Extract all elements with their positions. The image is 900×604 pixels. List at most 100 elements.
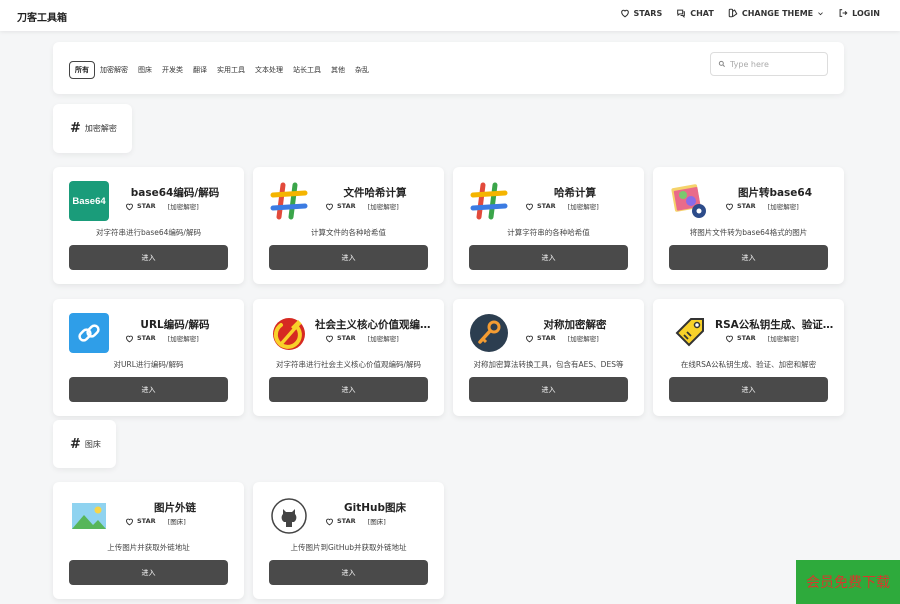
tab-image-host[interactable]: 图床 <box>133 62 157 78</box>
tool-title: 对称加密解密 <box>543 319 607 331</box>
enter-button[interactable]: 进入 <box>469 245 628 270</box>
heart-icon <box>526 203 533 210</box>
tab-utilities[interactable]: 实用工具 <box>212 62 250 78</box>
tool-meta: STAR [图床] <box>125 516 186 526</box>
tool-tag: [加密解密] <box>767 203 799 211</box>
star-label: STAR <box>537 202 556 210</box>
star-label: STAR <box>337 202 356 210</box>
tool-card-url: URL编码/解码 STAR [加密解密] 对URL进行编码/解码 进入 <box>53 299 244 416</box>
tab-translate[interactable]: 翻译 <box>188 62 212 78</box>
tool-meta: STAR [加密解密] <box>525 201 599 211</box>
heart-icon <box>526 335 533 342</box>
enter-button[interactable]: 进入 <box>269 560 428 585</box>
tool-meta: STAR [加密解密] <box>725 333 799 343</box>
star-button[interactable]: STAR <box>125 334 156 343</box>
tool-meta: STAR [加密解密] <box>125 201 199 211</box>
tool-title: URL编码/解码 <box>140 319 210 331</box>
heart-icon <box>726 203 733 210</box>
star-label: STAR <box>737 202 756 210</box>
tool-desc: 对称加密算法转换工具，包含有AES、DES等 <box>473 360 624 369</box>
chat-label: CHAT <box>690 8 714 18</box>
tool-card-string-hash: 哈希计算 STAR [加密解密] 计算字符串的各种哈希值 进入 <box>453 167 644 284</box>
change-theme-label: CHANGE THEME <box>741 8 814 18</box>
star-button[interactable]: STAR <box>525 334 556 343</box>
tab-other[interactable]: 其他 <box>326 62 350 78</box>
tab-misc[interactable]: 杂乱 <box>350 62 374 78</box>
hash-symbol: # <box>70 436 81 452</box>
change-theme-dropdown[interactable]: CHANGE THEME <box>728 8 824 18</box>
section-title-label: 图床 <box>84 439 101 449</box>
tab-encryption[interactable]: 加密解密 <box>95 62 133 78</box>
star-label: STAR <box>137 202 156 210</box>
tab-webmaster[interactable]: 站长工具 <box>288 62 326 78</box>
tool-desc: 对URL进行编码/解码 <box>113 360 184 369</box>
tool-meta: STAR [加密解密] <box>325 333 399 343</box>
tool-card-image-base64: 图片转base64 STAR [加密解密] 将图片文件转为base64格式的图片… <box>653 167 844 284</box>
tool-title: 图片外链 <box>154 502 196 514</box>
star-button[interactable]: STAR <box>125 517 156 526</box>
tag-key-icon <box>669 313 709 353</box>
stars-label: STARS <box>633 8 663 18</box>
theme-icon <box>728 8 738 18</box>
star-button[interactable]: STAR <box>525 202 556 211</box>
tool-card-file-hash: 文件哈希计算 STAR [加密解密] 计算文件的各种哈希值 进入 <box>253 167 444 284</box>
filter-bar: 所有 加密解密 图床 开发类 翻译 实用工具 文本处理 站长工具 其他 杂乱 <box>53 42 844 94</box>
tool-desc: 上传图片到GitHub并获取外链地址 <box>290 543 407 552</box>
stars-link[interactable]: STARS <box>620 8 663 18</box>
tool-tag: [加密解密] <box>367 335 399 343</box>
enter-button[interactable]: 进入 <box>69 245 228 270</box>
tool-meta: STAR [加密解密] <box>525 333 599 343</box>
tab-all[interactable]: 所有 <box>69 61 95 79</box>
tool-meta: STAR [加密解密] <box>325 201 399 211</box>
tab-text-processing[interactable]: 文本处理 <box>250 62 288 78</box>
tool-desc: 在线RSA公私钥生成、验证、加密和解密 <box>680 360 817 369</box>
section-title-image-host: # 图床 <box>53 420 116 468</box>
chat-link[interactable]: CHAT <box>676 8 714 18</box>
tool-tag: [加密解密] <box>167 203 199 211</box>
star-button[interactable]: STAR <box>325 517 356 526</box>
tool-desc: 计算字符串的各种哈希值 <box>507 228 590 237</box>
tool-desc: 将图片文件转为base64格式的图片 <box>689 228 808 237</box>
tool-meta: STAR [图床] <box>325 516 386 526</box>
login-link[interactable]: LOGIN <box>838 8 880 18</box>
enter-button[interactable]: 进入 <box>669 245 828 270</box>
star-button[interactable]: STAR <box>325 334 356 343</box>
tool-desc: 对字符串进行社会主义核心价值观编码/解码 <box>275 360 422 369</box>
star-label: STAR <box>137 334 156 342</box>
tool-tag: [图床] <box>367 518 386 526</box>
vip-download-banner[interactable]: 会员免费下载 <box>796 560 900 604</box>
star-button[interactable]: STAR <box>725 202 756 211</box>
star-button[interactable]: STAR <box>325 202 356 211</box>
enter-button[interactable]: 进入 <box>269 245 428 270</box>
heart-icon <box>326 203 333 210</box>
tool-title: base64编码/解码 <box>130 187 220 199</box>
hammer-sickle-icon <box>269 313 309 353</box>
enter-button[interactable]: 进入 <box>469 377 628 402</box>
chevron-down-icon <box>818 11 823 15</box>
picture-icon <box>69 496 109 536</box>
search-input[interactable] <box>730 59 825 69</box>
link-icon <box>69 313 109 353</box>
tool-tag: [加密解密] <box>767 335 799 343</box>
search-icon <box>718 60 726 68</box>
enter-button[interactable]: 进入 <box>69 377 228 402</box>
enter-button[interactable]: 进入 <box>669 377 828 402</box>
base64-icon: Base64 <box>69 181 109 221</box>
tab-development[interactable]: 开发类 <box>157 62 188 78</box>
tool-title: GitHub图床 <box>343 502 406 514</box>
key-icon <box>469 313 509 353</box>
hash-icon <box>469 181 509 221</box>
tool-desc: 计算文件的各种哈希值 <box>311 228 386 237</box>
tool-title: 文件哈希计算 <box>343 187 407 199</box>
tool-desc: 对字符串进行base64编码/解码 <box>96 228 201 237</box>
star-button[interactable]: STAR <box>725 334 756 343</box>
heart-icon <box>726 335 733 342</box>
hash-symbol: # <box>70 121 81 136</box>
tool-tag: [图床] <box>167 518 186 526</box>
brand-title[interactable]: 刀客工具箱 <box>17 9 67 24</box>
section-title-label: 加密解密 <box>84 124 117 133</box>
star-button[interactable]: STAR <box>125 202 156 211</box>
enter-button[interactable]: 进入 <box>69 560 228 585</box>
enter-button[interactable]: 进入 <box>269 377 428 402</box>
section-title-encryption: # 加密解密 <box>53 104 132 153</box>
